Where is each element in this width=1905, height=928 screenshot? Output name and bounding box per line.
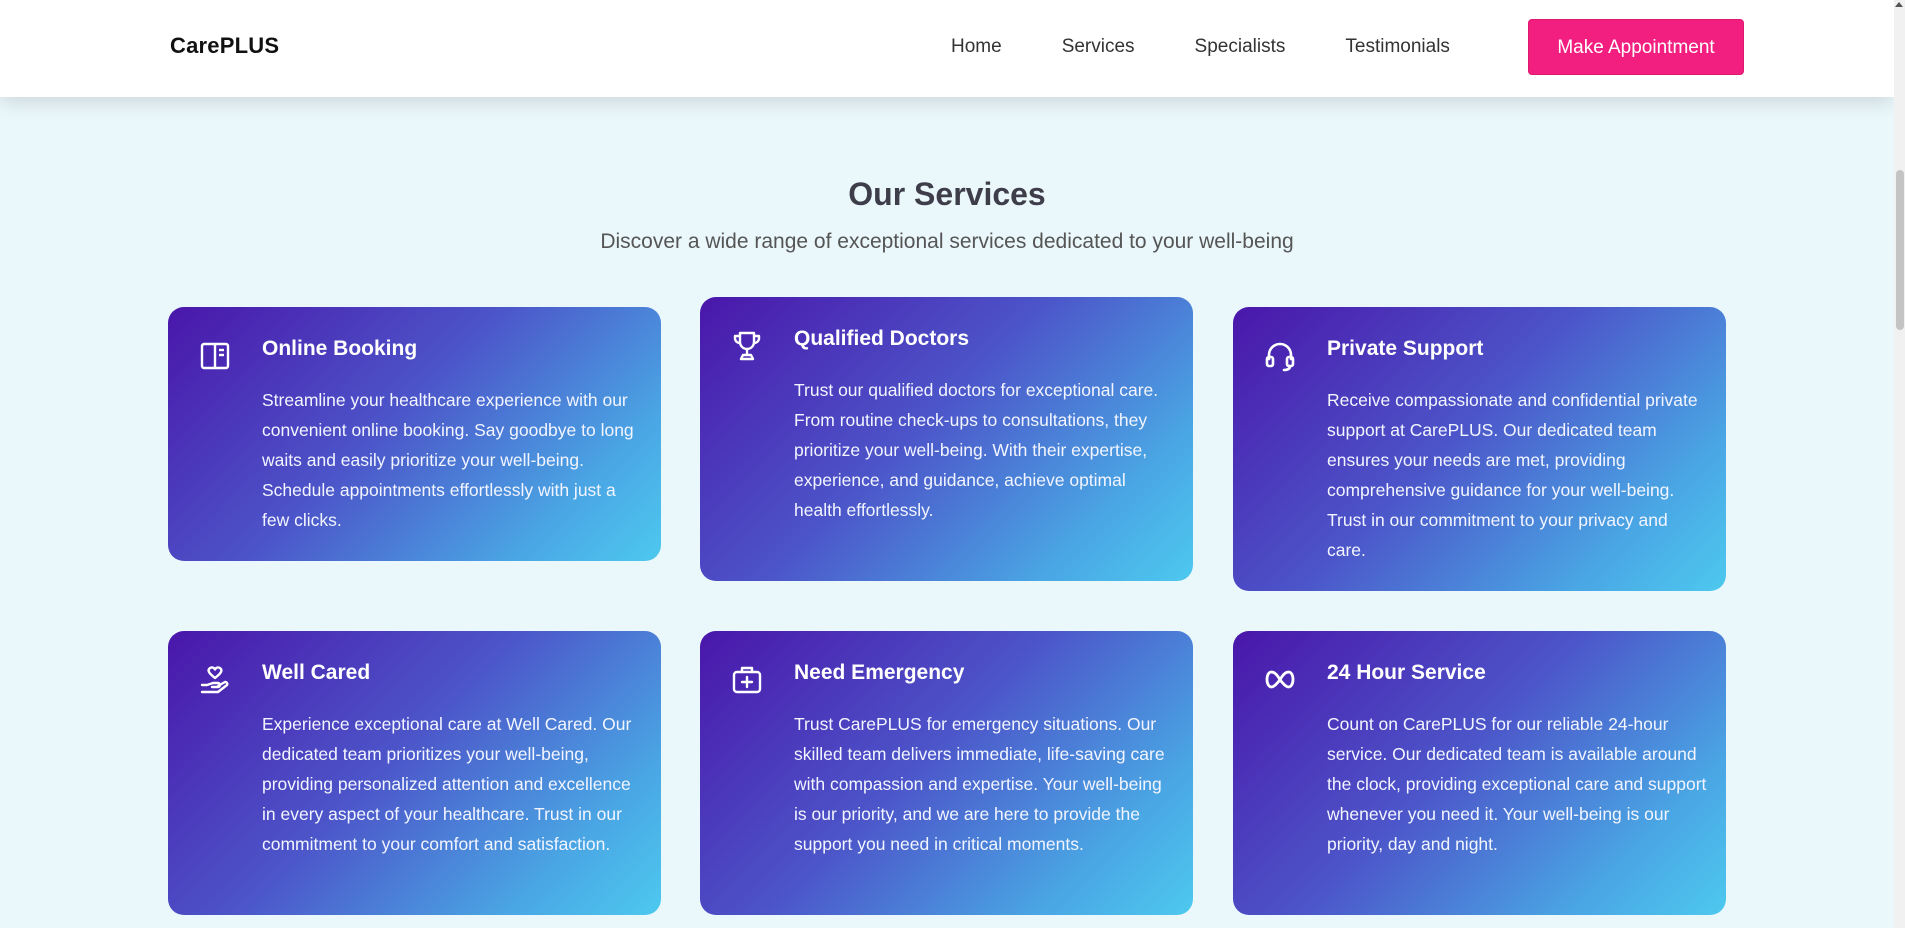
booking-icon (198, 339, 232, 373)
service-card-qualified-doctors: Qualified Doctors Trust our qualified do… (700, 297, 1193, 581)
site-header: CarePLUS Home Services Specialists Testi… (0, 0, 1894, 97)
card-title: Qualified Doctors (794, 327, 970, 350)
scroll-up-arrow-icon[interactable] (1895, 2, 1903, 7)
page-scrollbar[interactable] (1894, 0, 1905, 928)
card-description: Trust our qualified doctors for exceptio… (794, 380, 1159, 520)
nav-home[interactable]: Home (951, 36, 1002, 58)
service-card-24-hour-service: 24 Hour Service Count on CarePLUS for ou… (1233, 631, 1726, 915)
nav-specialists[interactable]: Specialists (1195, 36, 1286, 58)
make-appointment-button[interactable]: Make Appointment (1528, 19, 1744, 75)
section-title: Our Services (848, 176, 1046, 212)
card-title: Well Cared (262, 661, 371, 684)
service-card-online-booking: Online Booking Streamline your healthcar… (168, 307, 661, 561)
infinity-icon (1263, 663, 1297, 697)
trophy-icon (730, 329, 764, 363)
card-description: Streamline your healthcare experience wi… (262, 390, 634, 530)
service-card-private-support: Private Support Receive compassionate an… (1233, 307, 1726, 591)
nav-testimonials[interactable]: Testimonials (1345, 36, 1450, 58)
headset-icon (1263, 339, 1297, 373)
service-card-well-cared: Well Cared Experience exceptional care a… (168, 631, 661, 915)
card-description: Count on CarePLUS for our reliable 24-ho… (1327, 714, 1707, 854)
logo[interactable]: CarePLUS (170, 33, 279, 59)
heart-hand-icon (198, 663, 232, 697)
main-nav: Home Services Specialists Testimonials (951, 36, 1510, 58)
nav-services[interactable]: Services (1062, 36, 1135, 58)
card-description: Receive compassionate and confidential p… (1327, 390, 1698, 560)
card-title: Private Support (1327, 337, 1484, 360)
card-title: Need Emergency (794, 661, 965, 684)
service-card-need-emergency: Need Emergency Trust CarePLUS for emerge… (700, 631, 1193, 915)
first-aid-kit-icon (730, 663, 764, 697)
scrollbar-thumb[interactable] (1896, 170, 1904, 330)
card-description: Trust CarePLUS for emergency situations.… (794, 714, 1165, 854)
card-description: Experience exceptional care at Well Care… (262, 714, 632, 854)
section-subtitle: Discover a wide range of exceptional ser… (600, 230, 1294, 253)
card-title: Online Booking (262, 337, 418, 360)
card-title: 24 Hour Service (1327, 661, 1486, 684)
